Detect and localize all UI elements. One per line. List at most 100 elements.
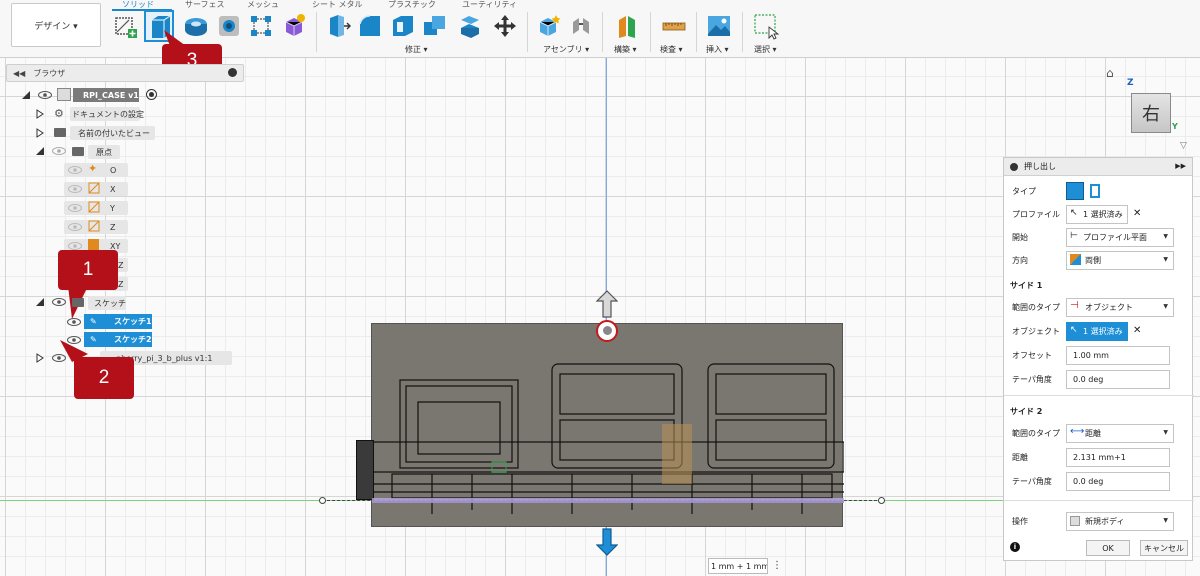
- origin-plane-label[interactable]: Z: [118, 280, 123, 289]
- taper1-label: テーパ角度: [1012, 375, 1052, 384]
- line-endpoint-handle[interactable]: [878, 497, 885, 504]
- offset-input[interactable]: 1.00 mm: [1066, 346, 1170, 365]
- side2-section-header[interactable]: サイド 2: [1010, 406, 1042, 417]
- assembly-menu[interactable]: アセンブリ ▾: [543, 44, 589, 55]
- joint-icon[interactable]: [567, 12, 595, 40]
- sketches-folder-label[interactable]: スケッチ: [94, 298, 126, 309]
- tab-sheet-metal[interactable]: シート メタル: [312, 0, 363, 10]
- range-type1-dropdown[interactable]: オブジェクト: [1066, 298, 1174, 317]
- expand-icon[interactable]: [36, 353, 44, 363]
- viewcube-right-face[interactable]: 右: [1131, 93, 1171, 133]
- modify-menu[interactable]: 修正 ▾: [405, 44, 428, 55]
- side1-section-header[interactable]: サイド 1: [1010, 280, 1042, 291]
- cursor-arrow-icon: ↖: [1070, 208, 1078, 218]
- tab-surface[interactable]: サーフェス: [185, 0, 225, 10]
- distance-field[interactable]: 2.131 mm+1: [1066, 448, 1170, 467]
- create-form-icon[interactable]: [280, 12, 308, 40]
- select-icon[interactable]: [752, 12, 780, 40]
- collapse-icon[interactable]: ◀◀: [13, 69, 25, 78]
- hidden-eye-icon[interactable]: [68, 223, 82, 231]
- taper2-input[interactable]: 0.0 deg: [1066, 472, 1170, 491]
- browser-close-icon[interactable]: [228, 68, 237, 77]
- new-sketch-icon[interactable]: [112, 12, 140, 40]
- visibility-eye-icon[interactable]: [38, 91, 52, 99]
- line-endpoint-handle[interactable]: [319, 497, 326, 504]
- distance-handle-highlight[interactable]: [596, 320, 618, 342]
- move-copy-icon[interactable]: [491, 12, 519, 40]
- offset-label: オフセット: [1012, 351, 1052, 360]
- insert-menu[interactable]: 挿入 ▾: [706, 44, 729, 55]
- new-body-icon: [1070, 516, 1080, 526]
- manipulator-down-arrow-icon[interactable]: [596, 528, 618, 556]
- origin-z-label[interactable]: Z: [110, 223, 115, 232]
- expand-sketches-icon[interactable]: [36, 298, 44, 306]
- hidden-eye-icon[interactable]: [68, 185, 82, 193]
- panel-collapse-icon[interactable]: [1010, 162, 1018, 171]
- tab-utility[interactable]: ユーティリティ: [462, 0, 517, 10]
- type-label: タイプ: [1012, 187, 1036, 196]
- tab-plastic[interactable]: プラスチック: [388, 0, 436, 10]
- visibility-eye-icon[interactable]: [67, 318, 81, 326]
- inspect-menu[interactable]: 検査 ▾: [660, 44, 683, 55]
- taper1-input[interactable]: 0.0 deg: [1066, 370, 1170, 389]
- combine-icon[interactable]: [421, 12, 449, 40]
- tab-mesh[interactable]: メッシュ: [247, 0, 279, 10]
- taper1-row: テーパ角度 0.0 deg: [1004, 368, 1194, 390]
- named-views-label[interactable]: 名前の付いたビュー: [78, 128, 150, 139]
- select-menu[interactable]: 選択 ▾: [754, 44, 777, 55]
- hidden-eye-icon[interactable]: [68, 204, 82, 212]
- more-options-icon[interactable]: ⋮: [772, 560, 782, 571]
- direction-dropdown[interactable]: 両側: [1066, 251, 1174, 270]
- shell-icon[interactable]: [389, 12, 417, 40]
- gear-icon: ⚙: [54, 107, 64, 120]
- manipulator-up-arrow-icon[interactable]: [596, 290, 618, 318]
- info-icon[interactable]: i: [1010, 542, 1020, 552]
- ok-button[interactable]: OK: [1086, 540, 1130, 556]
- hidden-eye-icon[interactable]: [52, 147, 66, 155]
- activate-radio-icon[interactable]: [146, 89, 157, 100]
- extrude-panel: 押し出し ▶▶ タイプ プロファイル 1 選択済み ↖ ✕ 開始 プロファイル平…: [1003, 157, 1194, 561]
- origin-y-label[interactable]: Y: [110, 204, 115, 213]
- press-pull-icon[interactable]: [324, 12, 352, 40]
- measure-icon[interactable]: [660, 12, 688, 40]
- distance-input[interactable]: 1 mm + 1 mm: [708, 558, 768, 574]
- root-component-label[interactable]: RPI_CASE v1: [73, 88, 139, 102]
- solid-type-icon[interactable]: [1066, 182, 1084, 200]
- selected-profile-edge[interactable]: [372, 498, 844, 503]
- expand-root-icon[interactable]: [22, 91, 30, 99]
- browser-header: ◀◀ ブラウザ: [6, 64, 244, 82]
- origin-plane-label[interactable]: Z: [118, 261, 123, 270]
- start-dropdown[interactable]: プロファイル平面: [1066, 228, 1174, 247]
- folder-icon: [72, 298, 84, 307]
- operation-dropdown[interactable]: 新規ボディ: [1066, 512, 1174, 531]
- origin-x-label[interactable]: X: [110, 185, 115, 194]
- insert-image-icon[interactable]: [705, 12, 733, 40]
- clear-profile-icon[interactable]: ✕: [1133, 208, 1141, 219]
- hidden-eye-icon[interactable]: [68, 166, 82, 174]
- expand-icon[interactable]: [36, 109, 44, 119]
- offset-plane-icon[interactable]: [614, 12, 642, 40]
- home-icon[interactable]: ⌂: [1106, 66, 1120, 80]
- align-icon[interactable]: [456, 12, 484, 40]
- axis-icon: [88, 220, 100, 232]
- origin-o-label[interactable]: O: [110, 166, 116, 175]
- doc-settings-label[interactable]: ドキュメントの設定: [72, 109, 144, 120]
- expand-icon[interactable]: [36, 128, 44, 138]
- cancel-button[interactable]: キャンセル: [1140, 540, 1188, 556]
- viewcube-menu-icon[interactable]: ▽: [1180, 141, 1187, 151]
- hole-icon[interactable]: [215, 12, 243, 40]
- design-workspace-button[interactable]: デザイン ▾: [11, 3, 101, 47]
- clear-object-icon[interactable]: ✕: [1133, 325, 1141, 336]
- construct-menu[interactable]: 構築 ▾: [614, 44, 637, 55]
- fillet-icon[interactable]: [356, 12, 384, 40]
- origin-label[interactable]: 原点: [96, 147, 112, 158]
- new-component-icon[interactable]: [535, 12, 563, 40]
- model-body[interactable]: [371, 323, 844, 527]
- object-row: オブジェクト 1 選択済み ↖ ✕: [1004, 320, 1194, 342]
- hidden-eye-icon[interactable]: [68, 242, 82, 250]
- expand-origin-icon[interactable]: [36, 147, 44, 155]
- visibility-eye-icon[interactable]: [52, 298, 66, 306]
- panel-expand-icon[interactable]: ▶▶: [1175, 162, 1186, 170]
- pattern-icon[interactable]: [247, 12, 275, 40]
- thin-type-icon[interactable]: [1090, 184, 1100, 198]
